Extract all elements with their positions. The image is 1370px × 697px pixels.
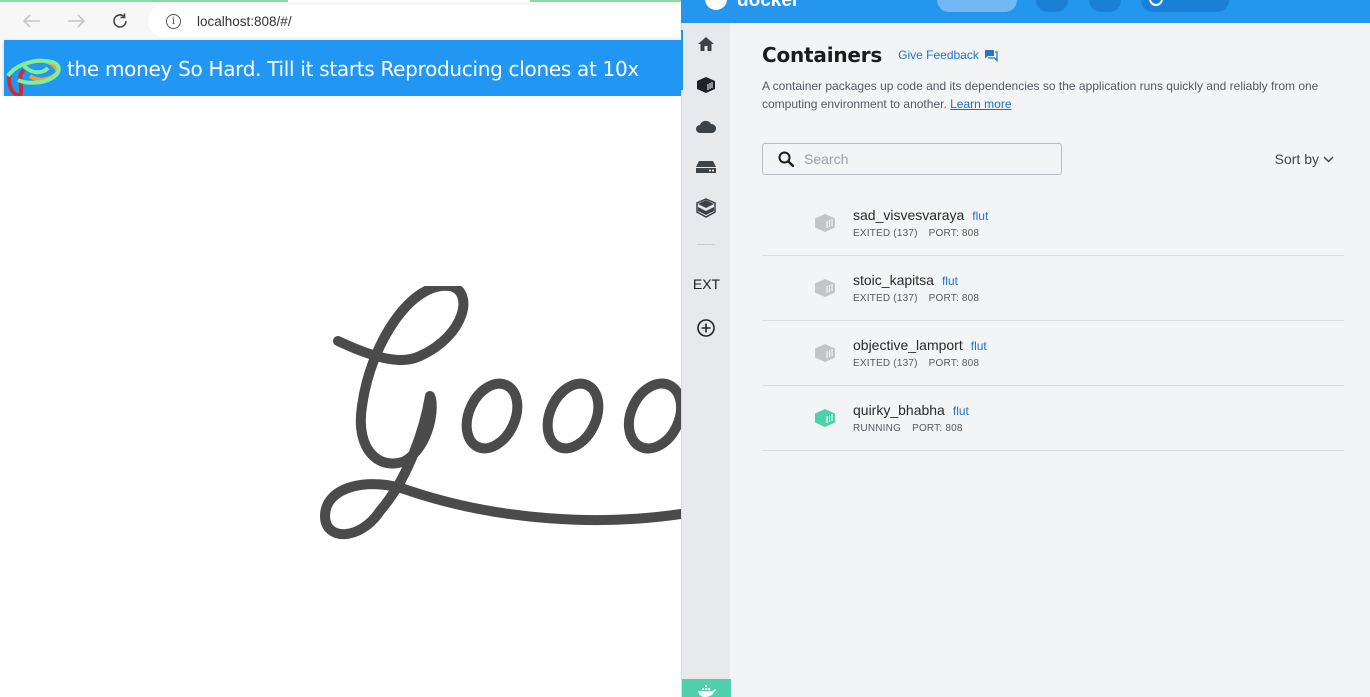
docker-status-button[interactable]: [682, 679, 731, 697]
container-port: PORT: 808: [928, 228, 980, 239]
container-name-row: objective_lamport flut: [853, 337, 987, 353]
container-image-tag[interactable]: flut: [953, 404, 969, 418]
cloud-icon: [696, 120, 717, 133]
container-icon: [697, 77, 715, 93]
whale-icon: [697, 685, 716, 697]
docker-desktop-window: docker EXT Containers Give Feedback A co…: [681, 0, 1370, 697]
container-name[interactable]: objective_lamport: [853, 337, 963, 353]
reload-button[interactable]: [109, 10, 131, 32]
active-indicator: [681, 30, 683, 90]
feedback-icon: [984, 49, 998, 62]
url-text[interactable]: localhost:808/#/: [197, 14, 292, 29]
screen: i localhost:808/#/ the money So Hard. Ti…: [0, 0, 1370, 697]
sidebar-item-home[interactable]: [694, 33, 718, 55]
search-input[interactable]: [804, 151, 1044, 167]
container-image-tag[interactable]: flut: [942, 274, 958, 288]
sidebar-item-dev-environments[interactable]: [694, 197, 718, 219]
box-icon: [696, 198, 716, 218]
sidebar-item-containers[interactable]: [694, 74, 718, 96]
forward-button[interactable]: [65, 10, 87, 32]
docker-brand: docker: [737, 0, 800, 11]
search-box[interactable]: [762, 143, 1062, 175]
account-button[interactable]: [1141, 0, 1229, 12]
container-status: EXITED (137): [853, 358, 918, 369]
container-meta: EXITED (137) PORT: 808: [853, 228, 979, 239]
container-name-row: sad_visvesvaraya flut: [853, 207, 988, 223]
description-text: A container packages up code and its dep…: [762, 79, 1319, 111]
container-meta: RUNNING PORT: 808: [853, 423, 963, 434]
scribble-logo-icon: [6, 58, 61, 98]
app-bar-title: the money So Hard. Till it starts Reprod…: [67, 57, 639, 81]
container-row[interactable]: quirky_bhabha flut RUNNING PORT: 808: [762, 386, 1344, 451]
container-port: PORT: 808: [928, 358, 980, 369]
info-icon[interactable]: i: [166, 13, 181, 29]
container-row[interactable]: stoic_kapitsa flut EXITED (137) PORT: 808: [762, 256, 1344, 321]
extensions-label[interactable]: EXT: [682, 276, 731, 292]
browser-toolbar: i localhost:808/#/: [0, 2, 688, 40]
good-lettering-art: Good: [320, 286, 681, 540]
container-status: EXITED (137): [853, 228, 918, 239]
container-meta: EXITED (137) PORT: 808: [853, 358, 979, 369]
container-row[interactable]: objective_lamport flut EXITED (137) PORT:…: [762, 321, 1344, 386]
container-port: PORT: 808: [912, 423, 963, 434]
give-feedback-label[interactable]: Give Feedback: [898, 48, 979, 62]
container-status: RUNNING: [853, 423, 902, 434]
container-name[interactable]: quirky_bhabha: [853, 402, 945, 418]
container-name[interactable]: stoic_kapitsa: [853, 272, 934, 288]
docker-header: docker: [681, 0, 1370, 23]
arrow-left-icon: [23, 14, 40, 28]
troubleshoot-button[interactable]: [1089, 0, 1121, 12]
container-stopped-icon: [815, 214, 835, 232]
sidebar-item-cloud[interactable]: [694, 115, 718, 137]
container-image-tag[interactable]: flut: [972, 209, 988, 223]
user-icon: [1149, 0, 1163, 6]
container-running-icon: [815, 409, 835, 427]
sidebar-item-volumes[interactable]: [694, 156, 718, 178]
container-image-tag[interactable]: flut: [971, 339, 987, 353]
home-icon: [698, 37, 714, 51]
container-name-row: quirky_bhabha flut: [853, 402, 969, 418]
plus-circle-icon: [697, 319, 715, 337]
container-stopped-icon: [815, 344, 835, 362]
add-extension-button[interactable]: [694, 317, 718, 339]
app-bar: the money So Hard. Till it starts Reprod…: [4, 40, 681, 98]
container-status: EXITED (137): [853, 293, 918, 304]
chevron-down-icon: [1323, 155, 1334, 163]
container-row[interactable]: sad_visvesvaraya flut EXITED (137) PORT: …: [762, 191, 1344, 256]
upgrade-button[interactable]: [937, 0, 1017, 12]
container-name-row: stoic_kapitsa flut: [853, 272, 958, 288]
container-stopped-icon: [815, 279, 835, 297]
container-name[interactable]: sad_visvesvaraya: [853, 207, 964, 223]
address-bar[interactable]: i localhost:808/#/: [148, 5, 688, 37]
container-meta: EXITED (137) PORT: 808: [853, 293, 979, 304]
search-icon: [778, 151, 794, 167]
give-feedback-link[interactable]: Give Feedback: [898, 48, 998, 62]
container-port: PORT: 808: [928, 293, 980, 304]
settings-button[interactable]: [1036, 0, 1068, 12]
page-title: Containers: [762, 43, 883, 67]
browser-window: i localhost:808/#/ the money So Hard. Ti…: [0, 0, 688, 697]
sort-dropdown[interactable]: Sort by: [1275, 151, 1334, 167]
title-row: Containers Give Feedback: [762, 43, 998, 67]
drive-icon: [696, 161, 716, 173]
sidebar-divider: [697, 244, 715, 245]
sort-label[interactable]: Sort by: [1275, 151, 1319, 167]
page-description: A container packages up code and its dep…: [762, 77, 1342, 113]
back-button[interactable]: [21, 10, 43, 32]
learn-more-link[interactable]: Learn more: [950, 97, 1011, 111]
reload-icon: [113, 13, 127, 28]
docker-logo-icon: [705, 0, 727, 10]
page-content: Good: [0, 96, 681, 697]
arrow-right-icon: [68, 14, 85, 28]
docker-sidebar: EXT: [681, 23, 731, 697]
container-list: sad_visvesvaraya flut EXITED (137) PORT: …: [762, 191, 1344, 451]
